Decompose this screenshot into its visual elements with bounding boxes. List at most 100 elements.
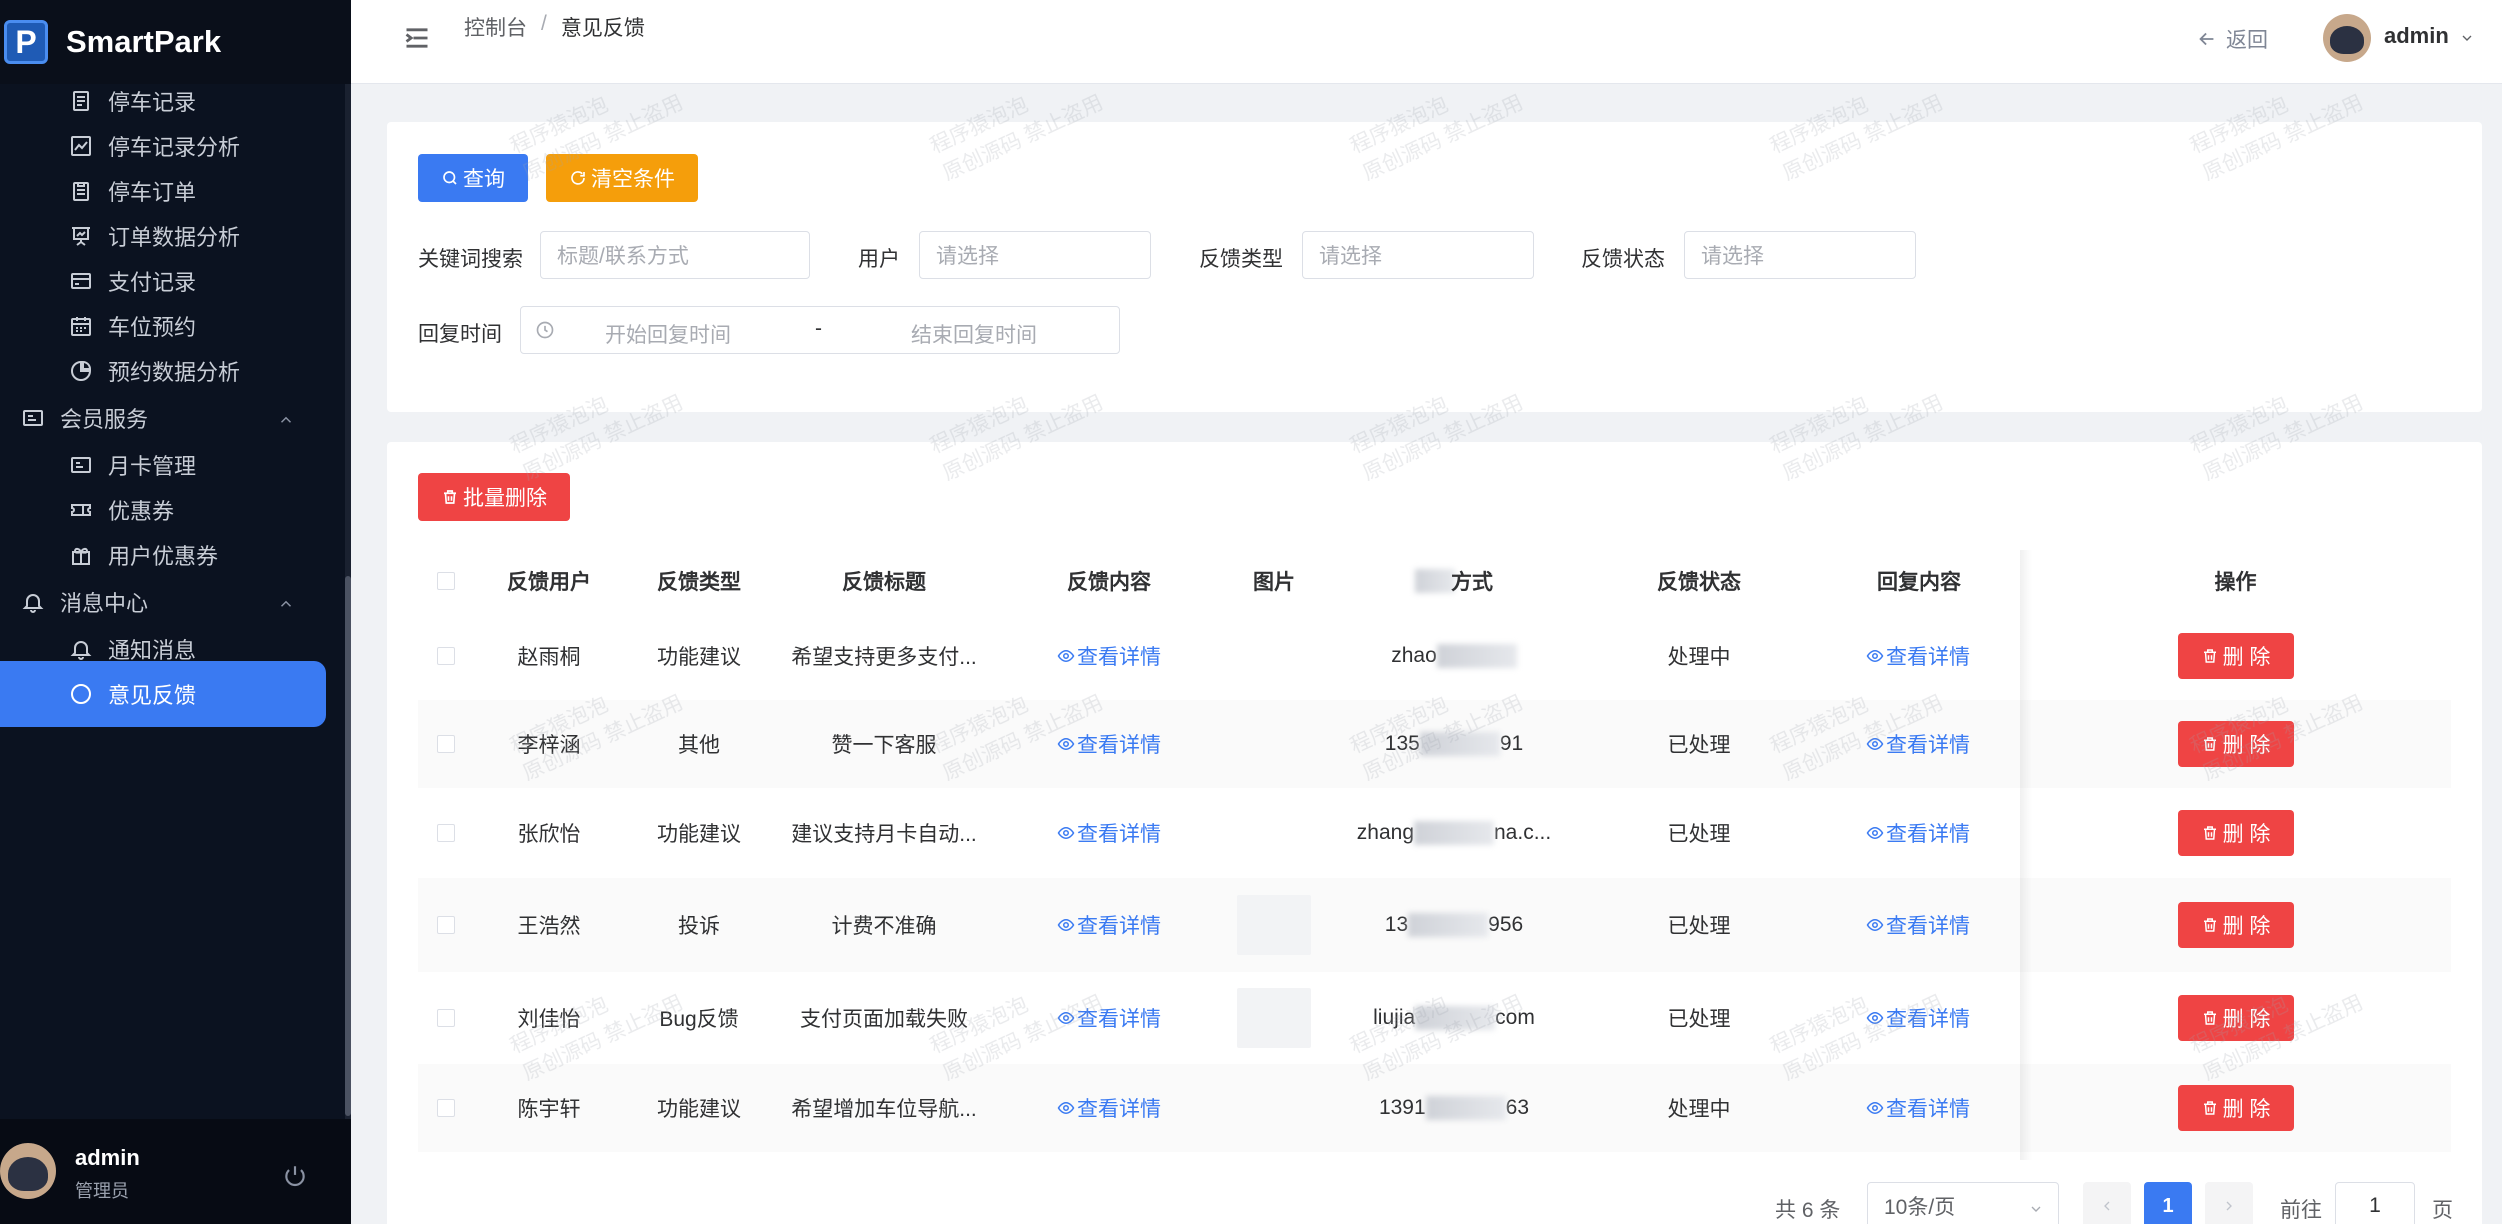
feedback-image-thumbnail[interactable] (1237, 895, 1311, 955)
bell-icon (20, 589, 46, 615)
cell-status: 已处理 (1667, 915, 1731, 938)
collapse-menu-icon[interactable] (403, 24, 431, 52)
page-number-button[interactable]: 1 (2144, 1182, 2192, 1224)
cell-contact: zhao (1324, 612, 1584, 700)
logout-power-icon[interactable] (282, 1163, 308, 1189)
feedback-type-select[interactable]: 请选择 (1302, 231, 1534, 279)
refresh-icon (571, 171, 585, 185)
next-page-button[interactable] (2205, 1182, 2253, 1224)
sidebar-item-13[interactable]: 意见反馈 (0, 661, 326, 727)
range-separator: - (815, 317, 822, 340)
header-avatar[interactable] (2323, 14, 2371, 62)
row-checkbox[interactable] (437, 647, 455, 665)
row-checkbox[interactable] (437, 1099, 455, 1117)
row-checkbox[interactable] (437, 735, 455, 753)
clear-conditions-button[interactable]: 清空条件 (546, 154, 698, 202)
presentation-chart-icon (68, 223, 94, 249)
keyword-search-input[interactable]: 标题/联系方式 (540, 231, 810, 279)
feedback-image-thumbnail[interactable] (1237, 988, 1311, 1048)
cell-title: 支付页面加载失败 (800, 1008, 968, 1031)
eye-icon (1866, 826, 1884, 840)
parking-logo-icon: P (4, 20, 48, 64)
cell-user: 陈宇轩 (517, 1098, 581, 1121)
clipboard-icon (68, 178, 94, 204)
id-card-icon (20, 405, 46, 431)
trash-icon (444, 490, 456, 504)
th-title: 反馈标题 (842, 571, 926, 594)
search-icon (443, 171, 457, 185)
avatar[interactable] (0, 1143, 56, 1199)
view-reply-link[interactable]: 查看详情 (1866, 641, 1970, 671)
breadcrumb-separator: / (541, 12, 547, 35)
row-checkbox[interactable] (437, 916, 455, 934)
view-content-link[interactable]: 查看详情 (1057, 818, 1161, 848)
view-reply-link[interactable]: 查看详情 (1866, 910, 1970, 940)
clock-icon (535, 320, 557, 342)
query-button[interactable]: 查询 (418, 154, 528, 202)
cell-user: 王浩然 (517, 915, 581, 938)
eye-icon (1057, 918, 1075, 932)
sidebar-scrollbar[interactable] (345, 84, 351, 1119)
prev-page-button[interactable] (2083, 1182, 2131, 1224)
cell-contact: zhang na.c... (1356, 821, 1552, 845)
user-label: 用户 (858, 248, 900, 271)
view-reply-link[interactable]: 查看详情 (1866, 1003, 1970, 1033)
trash-icon (2203, 826, 2216, 840)
sidebar-item-label: 消息中心 (60, 591, 149, 616)
view-content-link[interactable]: 查看详情 (1057, 1093, 1161, 1123)
reply-time-range-picker[interactable]: 开始回复时间 - 结束回复时间 (520, 306, 1120, 354)
chevron-down-icon[interactable] (2459, 30, 2475, 46)
cell-type: 其他 (678, 734, 720, 757)
sidebar-user: admin 管理员 (0, 1119, 351, 1224)
cell-status: 已处理 (1667, 1008, 1731, 1031)
cell-type: 投诉 (678, 915, 720, 938)
view-reply-link[interactable]: 查看详情 (1866, 1093, 1970, 1123)
page-size-select[interactable]: 10条/页 (1867, 1182, 2059, 1224)
start-time-input[interactable]: 开始回复时间 (605, 319, 731, 349)
table-header: 反馈用户 反馈类型 反馈标题 反馈内容 图片 联系方式 反馈状态 回复内容 操作 (418, 550, 2451, 612)
feedback-status-select[interactable]: 请选择 (1684, 231, 1916, 279)
th-actions: 操作 (2214, 571, 2257, 594)
delete-button[interactable]: 删 除 (2177, 633, 2294, 679)
delete-button[interactable]: 删 除 (2177, 721, 2294, 767)
end-time-input[interactable]: 结束回复时间 (911, 319, 1037, 349)
trash-icon (2203, 918, 2216, 932)
goto-page-input[interactable]: 1 (2335, 1182, 2415, 1224)
breadcrumb-home[interactable]: 控制台 (464, 12, 527, 42)
view-reply-link[interactable]: 查看详情 (1866, 818, 1970, 848)
back-button[interactable]: 返回 (2196, 24, 2268, 54)
reply-time-label: 回复时间 (418, 323, 502, 346)
delete-button[interactable]: 删 除 (2177, 995, 2294, 1041)
view-content-link[interactable]: 查看详情 (1057, 1003, 1161, 1033)
select-all-checkbox[interactable] (437, 572, 455, 590)
masked-contact (1415, 1006, 1496, 1030)
table-row: 赵雨桐 功能建议 希望支持更多支付... 查看详情 zhao 处理中 查看详情 删 除 (418, 612, 2451, 700)
user-select[interactable]: 请选择 (919, 231, 1151, 279)
credit-card-icon (68, 268, 94, 294)
row-checkbox[interactable] (437, 1009, 455, 1027)
masked-contact (1425, 1096, 1506, 1120)
view-content-link[interactable]: 查看详情 (1057, 641, 1161, 671)
row-checkbox[interactable] (437, 824, 455, 842)
sidebar-item-label: 用户优惠券 (108, 544, 219, 569)
cell-status: 处理中 (1667, 1098, 1731, 1121)
view-content-link[interactable]: 查看详情 (1057, 910, 1161, 940)
chevron-up-icon (277, 409, 295, 427)
masked-contact (1419, 732, 1500, 756)
delete-button[interactable]: 删 除 (2177, 902, 2294, 948)
eye-icon (1866, 1011, 1884, 1025)
scrollbar-thumb[interactable] (345, 576, 351, 1116)
delete-button[interactable]: 删 除 (2177, 1085, 2294, 1131)
eye-icon (1866, 649, 1884, 663)
batch-delete-button[interactable]: 批量删除 (418, 473, 570, 521)
chevron-left-icon (2104, 1201, 2110, 1211)
table-row: 刘佳怡 Bug反馈 支付页面加载失败 查看详情 liujia com 已处理 查看详情 删 除 (418, 972, 2451, 1064)
sidebar-item-label: 预约数据分析 (108, 360, 241, 385)
header-user-name[interactable]: admin (2384, 23, 2449, 49)
eye-icon (1866, 918, 1884, 932)
table-row: 王浩然 投诉 计费不准确 查看详情 13 956 已处理 查看详情 删 除 (418, 878, 2451, 972)
view-content-link[interactable]: 查看详情 (1057, 729, 1161, 759)
view-reply-link[interactable]: 查看详情 (1866, 729, 1970, 759)
pagination-total: 共 6 条 (1775, 1199, 1841, 1222)
delete-button[interactable]: 删 除 (2177, 810, 2294, 856)
